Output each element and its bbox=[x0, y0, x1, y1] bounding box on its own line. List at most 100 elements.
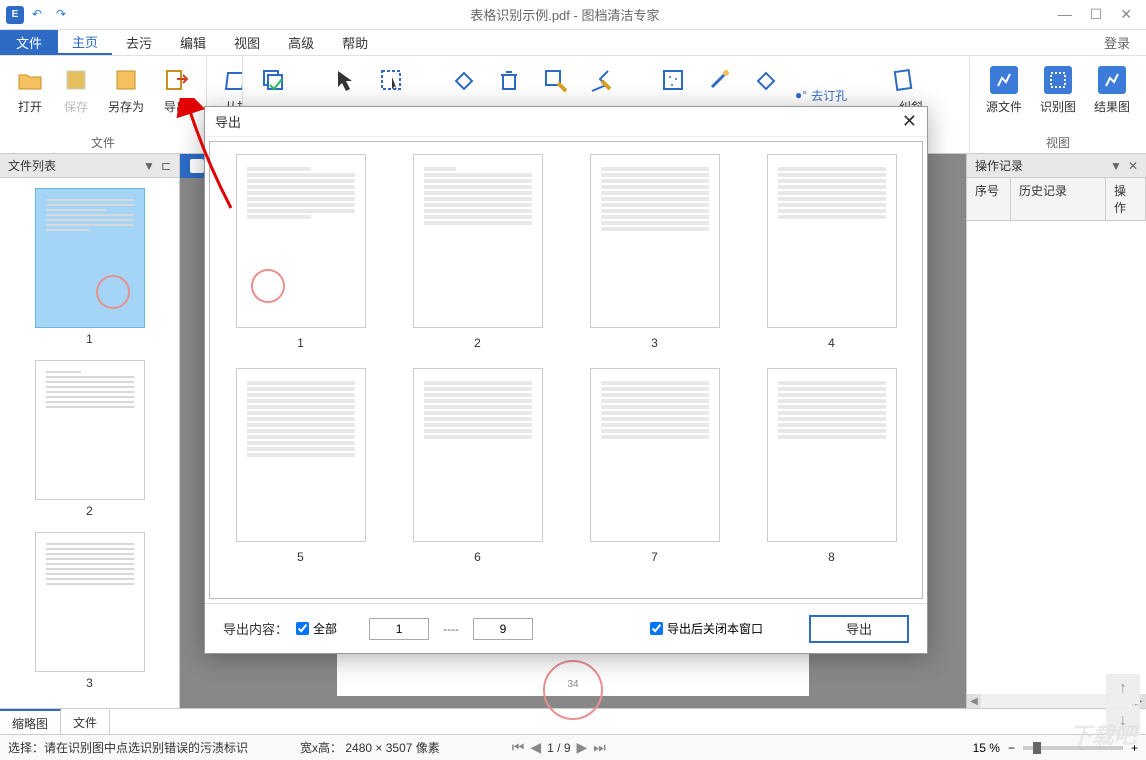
folder-open-icon bbox=[16, 66, 44, 94]
minimize-button[interactable]: — bbox=[1058, 6, 1072, 23]
eraser2-icon bbox=[751, 66, 779, 94]
wand-icon bbox=[705, 66, 733, 94]
right-panel: 操作记录 ▼✕ 序号 历史记录 操作 ◀ ▶ ↑ ↓ bbox=[966, 154, 1146, 708]
zoom-label: 15 % bbox=[973, 741, 1000, 755]
pin-icon[interactable]: ⊏ bbox=[161, 159, 171, 173]
remove-hole-button[interactable]: ●°去订孔 bbox=[795, 87, 847, 104]
maximize-button[interactable]: ☐ bbox=[1090, 6, 1103, 23]
export-thumb-label: 5 bbox=[297, 550, 304, 564]
op-history-header: 操作记录 ▼ ✕ bbox=[967, 154, 1146, 178]
export-thumb-7[interactable]: 7 bbox=[576, 368, 733, 564]
tab-help[interactable]: 帮助 bbox=[328, 30, 382, 55]
export-thumb-label: 1 bbox=[297, 336, 304, 350]
col-history[interactable]: 历史记录 bbox=[1011, 178, 1106, 220]
login-link[interactable]: 登录 bbox=[1104, 33, 1146, 52]
recog-view-button[interactable]: 识别图 bbox=[1034, 62, 1082, 132]
export-confirm-button[interactable]: 导出 bbox=[809, 615, 909, 643]
export-thumb-label: 3 bbox=[651, 336, 658, 350]
zoom-out-icon[interactable]: − bbox=[1008, 741, 1015, 755]
export-thumb-3[interactable]: 3 bbox=[576, 154, 733, 350]
tab-clean[interactable]: 去污 bbox=[112, 30, 166, 55]
first-page-icon[interactable]: ⏮ bbox=[512, 739, 525, 756]
export-thumb-2[interactable]: 2 bbox=[399, 154, 556, 350]
export-thumb-5[interactable]: 5 bbox=[222, 368, 379, 564]
export-thumb-1[interactable]: 1 bbox=[222, 154, 379, 350]
statusbar: 选择：请在识别图中点选识别错误的污渍标识 宽x高： 2480 × 3507 像素… bbox=[0, 734, 1146, 760]
range-dash: ---- bbox=[443, 622, 459, 636]
next-page-icon[interactable]: ▶ bbox=[577, 739, 588, 756]
op-history-title: 操作记录 bbox=[975, 157, 1110, 174]
file-list-title: 文件列表 bbox=[8, 157, 143, 174]
thumb-3[interactable]: 3 bbox=[35, 532, 145, 690]
window-title: 表格识别示例.pdf - 图档清洁专家 bbox=[72, 5, 1058, 24]
watermark: 下载吧 bbox=[1070, 718, 1136, 750]
export-to-input[interactable] bbox=[473, 618, 533, 640]
prev-page-icon[interactable]: ◀ bbox=[530, 739, 541, 756]
btab-thumb[interactable]: 缩略图 bbox=[0, 709, 61, 734]
export-dialog: 导出 ✕ 1 2 3 4 5 6 7 8 导出内容： 全部 ---- 导出后关闭… bbox=[204, 106, 928, 654]
col-op[interactable]: 操作 bbox=[1106, 178, 1146, 220]
close-button[interactable]: ✕ bbox=[1120, 6, 1132, 23]
group-file-label: 文件 bbox=[10, 132, 196, 151]
deskew-icon bbox=[889, 66, 917, 94]
menubar: 文件 主页 去污 编辑 视图 高级 帮助 登录 bbox=[0, 30, 1146, 56]
thumb-label: 1 bbox=[35, 332, 145, 346]
pointer-icon bbox=[331, 66, 359, 94]
export-from-input[interactable] bbox=[369, 618, 429, 640]
redo-icon[interactable]: ↷ bbox=[56, 7, 72, 23]
result-view-button[interactable]: 结果图 bbox=[1088, 62, 1136, 132]
export-icon bbox=[162, 66, 190, 94]
save-button[interactable]: 保存 bbox=[56, 62, 96, 132]
tab-edit[interactable]: 编辑 bbox=[166, 30, 220, 55]
thumb-2[interactable]: 2 bbox=[35, 360, 145, 518]
export-thumb-8[interactable]: 8 bbox=[753, 368, 910, 564]
export-thumb-label: 8 bbox=[828, 550, 835, 564]
thumb-label: 3 bbox=[35, 676, 145, 690]
copy-icon bbox=[259, 66, 287, 94]
export-thumb-6[interactable]: 6 bbox=[399, 368, 556, 564]
export-button[interactable]: 导出 bbox=[156, 62, 196, 132]
close-panel-icon[interactable]: ✕ bbox=[1128, 159, 1138, 173]
brush-icon bbox=[541, 66, 569, 94]
dialog-close-button[interactable]: ✕ bbox=[902, 111, 917, 132]
scroll-left-icon[interactable]: ◀ bbox=[967, 694, 981, 708]
nav-up-button[interactable]: ↑ bbox=[1106, 674, 1140, 704]
export-thumb-grid: 1 2 3 4 5 6 7 8 bbox=[222, 154, 910, 564]
tab-home[interactable]: 主页 bbox=[58, 30, 112, 55]
undo-icon[interactable]: ↶ bbox=[32, 7, 48, 23]
dialog-body: 1 2 3 4 5 6 7 8 bbox=[209, 141, 923, 599]
open-button[interactable]: 打开 bbox=[10, 62, 50, 132]
hole-icon: ●° bbox=[795, 88, 807, 102]
result-icon bbox=[1098, 66, 1126, 94]
save-as-button[interactable]: 另存为 bbox=[102, 62, 150, 132]
col-seq[interactable]: 序号 bbox=[967, 178, 1011, 220]
thumb-1[interactable]: 1 bbox=[35, 188, 145, 346]
export-thumb-4[interactable]: 4 bbox=[753, 154, 910, 350]
last-page-icon[interactable]: ⏭ bbox=[593, 739, 606, 756]
save-as-icon bbox=[112, 66, 140, 94]
noise-icon bbox=[659, 66, 687, 94]
close-after-checkbox[interactable]: 导出后关闭本窗口 bbox=[650, 620, 763, 637]
tab-view[interactable]: 视图 bbox=[220, 30, 274, 55]
left-panel: 文件列表 ▼ ⊏ 1 2 3 bbox=[0, 154, 180, 708]
thumbnail-list[interactable]: 1 2 3 bbox=[0, 178, 179, 708]
recog-icon bbox=[1044, 66, 1072, 94]
filter-icon[interactable]: ▼ bbox=[143, 159, 155, 173]
export-thumb-label: 6 bbox=[474, 550, 481, 564]
tab-file[interactable]: 文件 bbox=[0, 30, 58, 55]
tab-advanced[interactable]: 高级 bbox=[274, 30, 328, 55]
export-thumb-label: 7 bbox=[651, 550, 658, 564]
export-thumb-label: 2 bbox=[474, 336, 481, 350]
btab-file[interactable]: 文件 bbox=[61, 709, 110, 734]
titlebar: E ↶ ↷ 表格识别示例.pdf - 图档清洁专家 — ☐ ✕ bbox=[0, 0, 1146, 30]
dialog-footer: 导出内容： 全部 ---- 导出后关闭本窗口 导出 bbox=[205, 603, 927, 653]
app-logo-icon: E bbox=[6, 6, 24, 24]
dialog-title: 导出 bbox=[215, 112, 902, 131]
source-view-button[interactable]: 源文件 bbox=[980, 62, 1028, 132]
source-icon bbox=[990, 66, 1018, 94]
export-all-checkbox[interactable]: 全部 bbox=[296, 620, 337, 637]
scanner-icon bbox=[223, 66, 243, 94]
dropdown-icon[interactable]: ▼ bbox=[1110, 159, 1122, 173]
broom-icon bbox=[587, 66, 615, 94]
save-icon bbox=[62, 66, 90, 94]
